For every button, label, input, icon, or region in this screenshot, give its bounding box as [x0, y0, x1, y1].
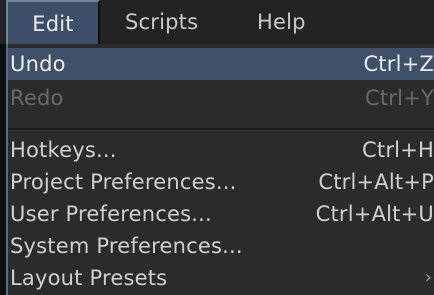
shortcut-label: Ctrl+H [362, 138, 434, 162]
menu-item-hotkeys[interactable]: Hotkeys... Ctrl+H [8, 134, 434, 166]
menu-item-layout-presets[interactable]: Layout Presets › [8, 262, 434, 294]
menu-item-label: Redo [10, 86, 64, 110]
menu-item-system-preferences[interactable]: System Preferences... [8, 230, 434, 262]
menu-item-label: Undo [10, 52, 66, 76]
menu-item-label: User Preferences... [10, 202, 212, 226]
menu-item-label: System Preferences... [10, 234, 243, 258]
chevron-right-icon: › [424, 267, 432, 288]
menu-item-project-preferences[interactable]: Project Preferences... Ctrl+Alt+P [8, 166, 434, 198]
edit-dropdown-menu: Undo Ctrl+Z Redo Ctrl+Y Hotkeys... Ctrl+… [6, 44, 434, 295]
shortcut-label: Ctrl+Alt+P [318, 170, 434, 194]
shortcut-label: Ctrl+Z [363, 52, 434, 76]
menu-edit[interactable]: Edit [6, 0, 100, 44]
menu-item-redo: Redo Ctrl+Y [8, 82, 434, 114]
shortcut-label: Ctrl+Alt+U [315, 202, 434, 226]
menu-separator [8, 128, 434, 131]
menu-item-user-preferences[interactable]: User Preferences... Ctrl+Alt+U [8, 198, 434, 230]
menu-item-label: Layout Presets [10, 266, 168, 290]
app-window: Edit Scripts Help Undo Ctrl+Z Redo Ctrl+… [0, 0, 434, 295]
menu-item-undo[interactable]: Undo Ctrl+Z [8, 48, 434, 80]
menu-bar: Edit Scripts Help [0, 0, 434, 44]
menu-item-label: Hotkeys... [10, 138, 117, 162]
shortcut-label: Ctrl+Y [365, 86, 434, 110]
menu-scripts[interactable]: Scripts [123, 0, 200, 44]
menu-item-label: Project Preferences... [10, 170, 237, 194]
menu-help[interactable]: Help [255, 0, 308, 44]
